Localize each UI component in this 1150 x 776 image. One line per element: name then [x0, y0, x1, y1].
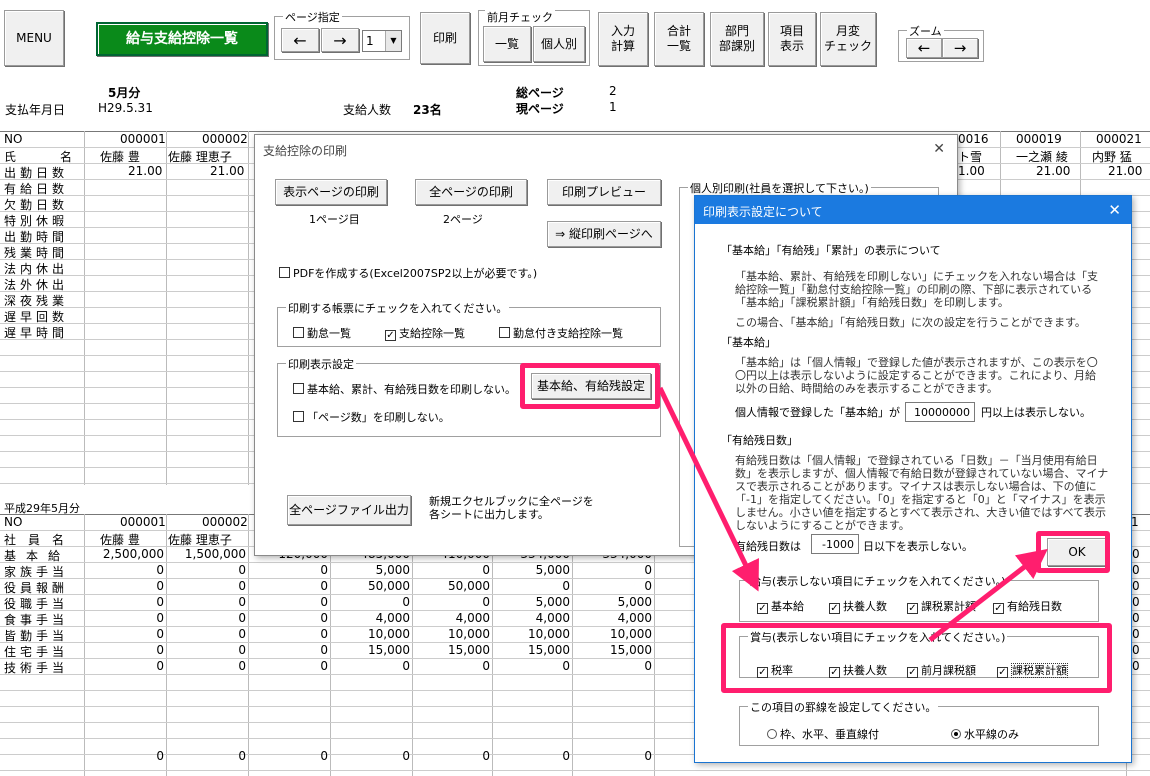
arrow-to-ok-button [928, 548, 1048, 642]
annotation-arrows [657, 386, 1048, 642]
arrow-to-salary-group [657, 386, 759, 592]
